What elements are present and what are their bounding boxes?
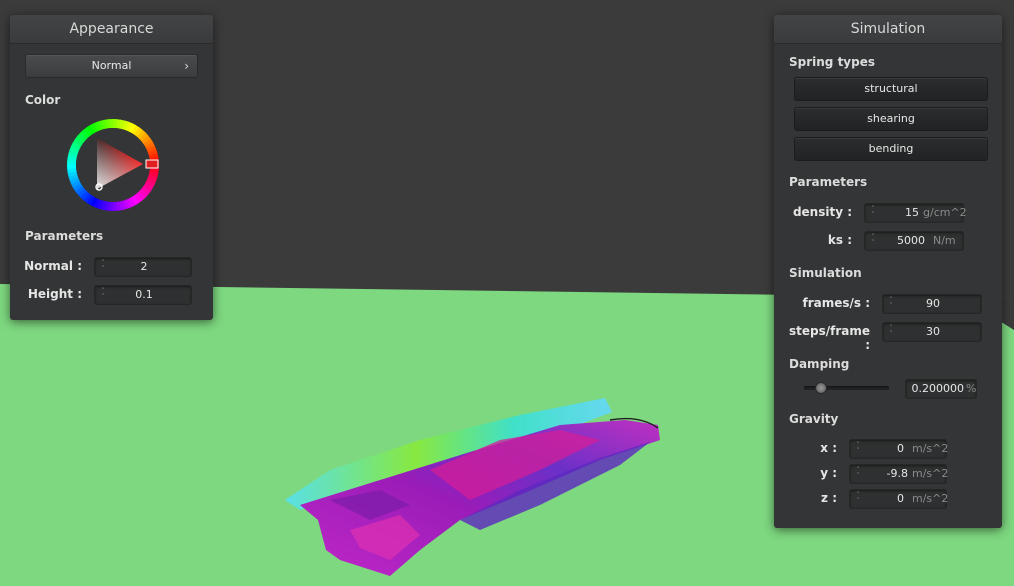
shearing-spring-button[interactable]: shearing: [794, 107, 988, 131]
density-label: density :: [792, 205, 852, 219]
normal-param-label: Normal :: [24, 259, 82, 273]
spinner-icon[interactable]: ˄ ˅: [854, 467, 862, 480]
gravity-z-label: z :: [821, 491, 837, 505]
simulation-panel: Simulation Spring types structural shear…: [774, 15, 1002, 528]
color-section-label: Color: [25, 93, 61, 107]
damping-unit: %: [966, 382, 977, 395]
spinner-icon[interactable]: ˄ ˅: [869, 234, 877, 247]
gravity-y-input[interactable]: ˄ ˅ -9.8 m/s^2: [849, 464, 949, 484]
bending-spring-button[interactable]: bending: [794, 137, 988, 161]
damping-value: 0.200000: [911, 382, 965, 395]
chevron-right-icon: ›: [184, 59, 189, 73]
damping-input[interactable]: 0.200000 %: [905, 379, 977, 399]
density-value: 15: [905, 206, 919, 219]
height-param-label: Height :: [27, 287, 82, 301]
spring-types-label: Spring types: [789, 55, 876, 69]
fps-label: frames/s :: [802, 296, 870, 310]
gravity-x-input[interactable]: ˄ ˅ 0 m/s^2: [849, 439, 949, 459]
height-value: 0.1: [135, 288, 153, 301]
steps-label: steps/frame :: [788, 324, 870, 352]
ks-value: 5000: [897, 234, 925, 247]
spinner-icon[interactable]: ˄ ˅: [99, 288, 107, 301]
gravity-y-value: -9.8: [886, 467, 908, 480]
spinner-icon[interactable]: ˄ ˅: [869, 206, 877, 219]
gravity-y-unit: m/s^2: [912, 467, 949, 480]
fps-value: 90: [926, 297, 940, 310]
gravity-x-unit: m/s^2: [912, 442, 949, 455]
gravity-y-label: y :: [820, 466, 837, 480]
damping-slider-knob[interactable]: [814, 382, 827, 394]
spinner-icon[interactable]: ˄ ˅: [99, 260, 107, 273]
gravity-x-label: x :: [820, 441, 837, 455]
ks-input[interactable]: ˄ ˅ 5000 N/m: [864, 231, 964, 251]
appearance-panel-title: Appearance: [10, 15, 213, 44]
gravity-z-value: 0: [897, 492, 904, 505]
structural-spring-button[interactable]: structural: [794, 77, 988, 101]
shader-select-button[interactable]: Normal ›: [25, 54, 198, 78]
spinner-icon[interactable]: ˄ ˅: [854, 442, 862, 455]
color-wheel-picker[interactable]: [65, 117, 161, 213]
ks-unit: N/m: [933, 234, 956, 247]
density-unit: g/cm^2: [923, 206, 967, 219]
gravity-x-value: 0: [897, 442, 904, 455]
appearance-panel: Appearance Normal › Color Parameters Nor…: [10, 15, 213, 320]
steps-value: 30: [926, 325, 940, 338]
spinner-icon[interactable]: ˄ ˅: [887, 325, 895, 338]
gravity-z-unit: m/s^2: [912, 492, 949, 505]
simulation-parameters-label: Parameters: [789, 175, 868, 189]
simulation-section-label: Simulation: [789, 266, 862, 280]
fps-input[interactable]: ˄ ˅ 90: [882, 294, 982, 314]
normal-input[interactable]: ˄ ˅ 2: [94, 257, 192, 277]
shader-select-label: Normal: [91, 59, 132, 72]
density-input[interactable]: ˄ ˅ 15 g/cm^2: [864, 203, 967, 223]
damping-label: Damping: [789, 357, 850, 371]
gravity-z-input[interactable]: ˄ ˅ 0 m/s^2: [849, 489, 949, 509]
hue-marker[interactable]: [145, 159, 159, 169]
gravity-label: Gravity: [789, 412, 839, 426]
normal-value: 2: [140, 260, 148, 273]
appearance-parameters-label: Parameters: [25, 229, 104, 243]
steps-input[interactable]: ˄ ˅ 30: [882, 322, 982, 342]
spinner-icon[interactable]: ˄ ˅: [887, 297, 895, 310]
ks-label: ks :: [827, 233, 852, 247]
height-input[interactable]: ˄ ˅ 0.1: [94, 285, 192, 305]
spinner-icon[interactable]: ˄ ˅: [854, 492, 862, 505]
simulation-panel-title: Simulation: [774, 15, 1002, 44]
